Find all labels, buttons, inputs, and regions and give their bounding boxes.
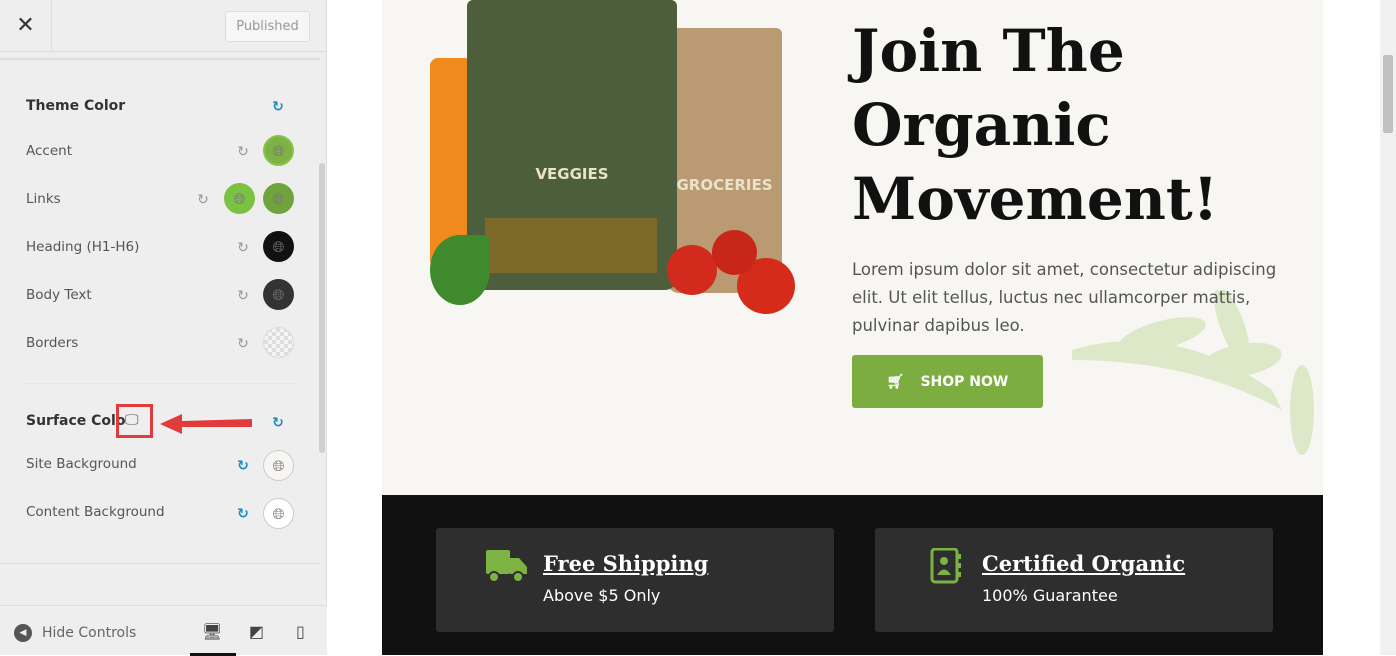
scrollbar-thumb[interactable] — [1383, 55, 1393, 133]
desktop-preview-icon[interactable]: 🖥︎ — [202, 622, 222, 641]
sidebar-scrollbar[interactable] — [319, 163, 325, 453]
tomato-image — [667, 245, 717, 295]
feature-title[interactable]: Certified Organic — [982, 551, 1185, 576]
hero-paragraph: Lorem ipsum dolor sit amet, consectetur … — [852, 260, 1277, 335]
borders-color-swatch[interactable] — [263, 327, 294, 358]
hide-controls-label: Hide Controls — [42, 625, 137, 641]
divider — [0, 58, 320, 60]
sidebar-footer: ◀ Hide Controls 🖥︎ ◩ ▯ — [0, 605, 327, 656]
sidebar-header: ✕ Published — [0, 0, 327, 52]
reset-icon[interactable]: ↻ — [236, 458, 250, 474]
hide-controls-button[interactable]: ◀ Hide Controls — [14, 624, 136, 642]
content-background-swatch[interactable]: 🌐︎ — [263, 498, 294, 529]
feature-title[interactable]: Free Shipping — [543, 551, 708, 576]
collapse-icon: ◀ — [14, 624, 32, 642]
globe-icon: 🌐︎ — [272, 456, 285, 475]
truck-icon — [486, 550, 527, 583]
accent-color-swatch[interactable]: 🌐︎ — [263, 135, 294, 166]
accent-label: Accent — [26, 143, 72, 159]
reset-icon[interactable]: ↻ — [236, 506, 250, 522]
globe-icon: 🌐︎ — [272, 237, 285, 256]
reset-icon[interactable]: ↻ — [236, 144, 250, 160]
shop-now-button[interactable]: 🛒︎ SHOP NOW — [852, 355, 1043, 408]
cart-icon: 🛒︎ — [886, 373, 905, 390]
feature-card: Certified Organic 100% Guarantee — [875, 528, 1273, 632]
desktop-responsive-icon[interactable]: 🖵︎ — [125, 412, 139, 428]
heading-label: Heading (H1-H6) — [26, 239, 140, 255]
published-button[interactable]: Published — [225, 11, 310, 42]
globe-icon: 🌐︎ — [272, 189, 285, 208]
shop-now-label: SHOP NOW — [920, 373, 1009, 390]
close-button[interactable]: ✕ — [0, 0, 52, 52]
reset-icon[interactable]: ↻ — [271, 415, 285, 431]
globe-icon: 🌐︎ — [272, 504, 285, 523]
heading-color-swatch[interactable]: 🌐︎ — [263, 231, 294, 262]
preview-scrollbar[interactable] — [1380, 0, 1396, 655]
content-background-label: Content Background — [26, 504, 165, 520]
mobile-preview-icon[interactable]: ▯ — [296, 622, 305, 641]
body-text-label: Body Text — [26, 287, 92, 303]
links-hover-color-swatch[interactable]: 🌐︎ — [263, 183, 294, 214]
borders-label: Borders — [26, 335, 79, 351]
globe-icon: 🌐︎ — [233, 189, 246, 208]
globe-icon: 🌐︎ — [272, 285, 285, 304]
reset-icon[interactable]: ↻ — [236, 288, 250, 304]
feature-card: Free Shipping Above $5 Only — [436, 528, 834, 632]
site-background-swatch[interactable]: 🌐︎ — [263, 450, 294, 481]
reset-icon[interactable]: ↻ — [271, 99, 285, 115]
hero-heading: Join The Organic Movement! — [852, 17, 1219, 233]
hero-section: GROCERIES VEGGIES Join The Organic Movem… — [382, 0, 1323, 495]
customizer-sidebar: ✕ Published Theme Color ↻ Accent ↻ 🌐︎ Li… — [0, 0, 327, 656]
reset-icon[interactable]: ↻ — [236, 240, 250, 256]
site-preview: GROCERIES VEGGIES Join The Organic Movem… — [327, 0, 1396, 655]
tomato-image — [712, 230, 757, 275]
feature-subtitle: 100% Guarantee — [982, 586, 1118, 605]
links-label: Links — [26, 191, 61, 207]
red-arrow-annotation — [160, 414, 252, 434]
contact-book-icon — [930, 548, 961, 584]
site-background-label: Site Background — [26, 456, 137, 472]
surface-color-title: Surface Colo — [26, 413, 126, 429]
veggies-bag-image: VEGGIES — [467, 0, 677, 290]
theme-color-title: Theme Color — [26, 98, 126, 114]
divider — [26, 383, 296, 384]
features-band: Free Shipping Above $5 Only Certified Or… — [382, 495, 1323, 655]
tablet-preview-icon[interactable]: ◩ — [249, 622, 264, 641]
reset-icon[interactable]: ↻ — [196, 192, 210, 208]
feature-subtitle: Above $5 Only — [543, 586, 661, 605]
divider — [0, 563, 320, 564]
reset-icon[interactable]: ↻ — [236, 336, 250, 352]
globe-icon: 🌐︎ — [272, 141, 285, 160]
links-color-swatch[interactable]: 🌐︎ — [224, 183, 255, 214]
basil-image — [430, 235, 490, 305]
body-text-color-swatch[interactable]: 🌐︎ — [263, 279, 294, 310]
